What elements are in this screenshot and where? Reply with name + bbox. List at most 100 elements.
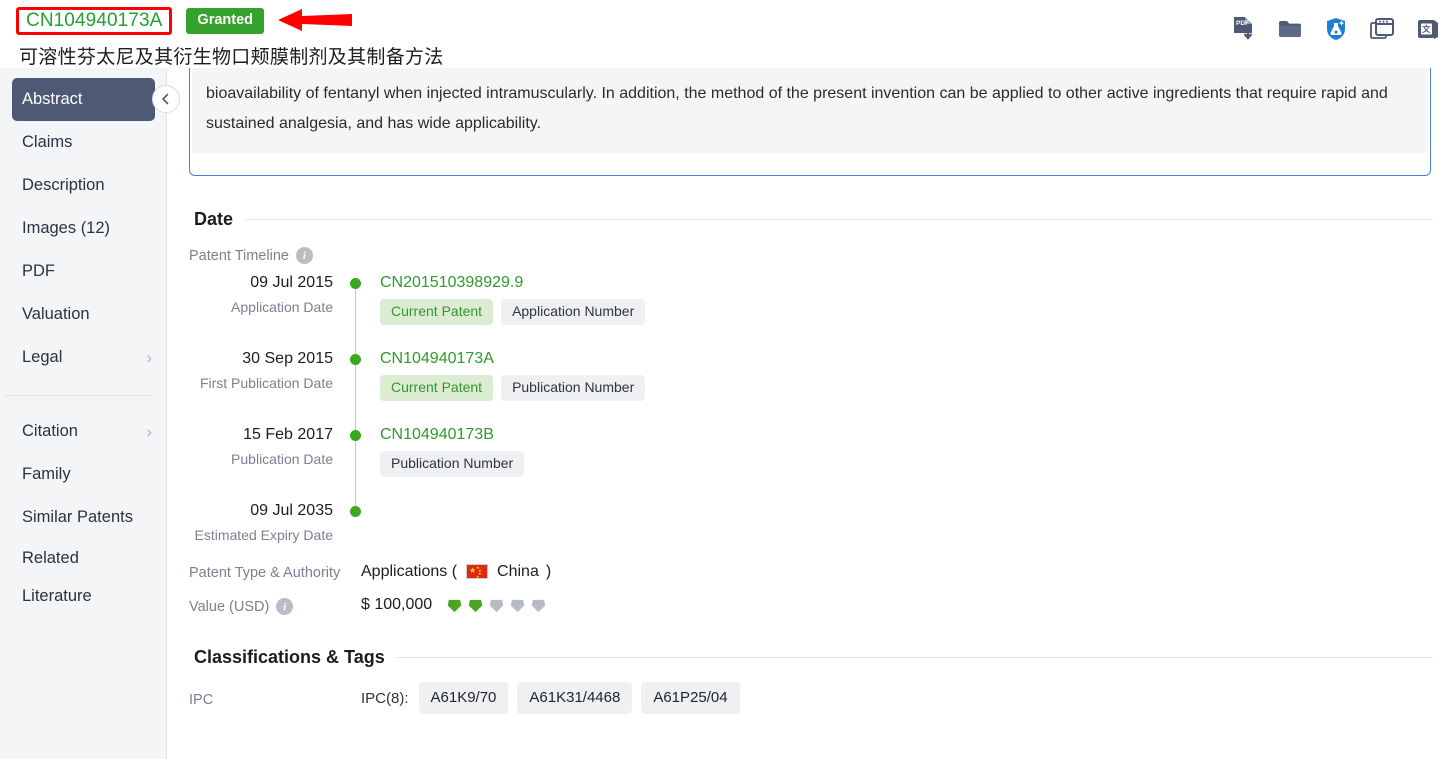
sidebar-item-label: Literature bbox=[22, 586, 92, 605]
info-icon[interactable]: i bbox=[276, 598, 294, 615]
ipc-tag[interactable]: A61P25/04 bbox=[641, 682, 740, 714]
sidebar-item-label: Valuation bbox=[22, 305, 90, 323]
sidebar-item-valuation[interactable]: Valuation bbox=[0, 293, 166, 336]
timeline-axis bbox=[349, 500, 365, 548]
timeline-line bbox=[355, 354, 356, 434]
timeline-document-number[interactable]: CN104940173B bbox=[380, 424, 1433, 446]
timeline-line bbox=[355, 278, 356, 358]
section-divider bbox=[396, 657, 1433, 658]
timeline-axis bbox=[349, 348, 365, 434]
timeline-content: CN104940173B Publication Number bbox=[365, 424, 1433, 500]
main-content: bioavailability of fentanyl when injecte… bbox=[167, 68, 1455, 759]
timeline-dot bbox=[350, 506, 361, 517]
header-icon-bar: PDF 文 bbox=[1231, 16, 1441, 42]
flag-star-small: ★ bbox=[476, 574, 480, 579]
sidebar-item-claims[interactable]: Claims bbox=[0, 121, 166, 164]
patent-type-country: China bbox=[497, 562, 539, 580]
timeline-dot bbox=[350, 278, 361, 289]
gem-icon-filled bbox=[468, 599, 483, 612]
sidebar-item-label: Abstract bbox=[22, 90, 83, 108]
timeline-date-label: Estimated Expiry Date bbox=[194, 527, 334, 543]
timeline-date: 09 Jul 2015 bbox=[250, 274, 333, 291]
section-title: Date bbox=[194, 209, 234, 229]
info-icon[interactable]: i bbox=[295, 247, 313, 264]
sidebar-item-label: PDF bbox=[22, 262, 55, 280]
sidebar-item-citation[interactable]: Citation › bbox=[0, 410, 166, 453]
sidebar-collapse-button[interactable] bbox=[152, 85, 180, 113]
section-title: Classifications & Tags bbox=[194, 647, 385, 667]
patent-timeline: 09 Jul 2015 Application Date CN201510398… bbox=[189, 272, 1433, 548]
timeline-date-label: First Publication Date bbox=[199, 375, 333, 391]
sidebar-item-label: Family bbox=[22, 465, 71, 483]
timeline-dot bbox=[350, 430, 361, 441]
sidebar-item-related-literature[interactable]: Related bbox=[0, 539, 166, 577]
browser-window-icon[interactable] bbox=[1369, 16, 1395, 42]
timeline-document-number[interactable]: CN201510398929.9 bbox=[380, 272, 1433, 294]
page-title: 可溶性芬太尼及其衍生物口颊膜制剂及其制备方法 bbox=[19, 47, 444, 68]
timeline-date: 30 Sep 2015 bbox=[242, 350, 333, 367]
gem-icon-empty bbox=[531, 599, 546, 612]
ipc-tag[interactable]: A61K9/70 bbox=[418, 682, 509, 714]
value-row: Value (USD) i $ 100,000 bbox=[189, 595, 1433, 615]
sidebar-item-family[interactable]: Family bbox=[0, 453, 166, 496]
chemistry-shield-icon[interactable] bbox=[1323, 16, 1349, 42]
abstract-text: bioavailability of fentanyl when injecte… bbox=[192, 68, 1428, 153]
sidebar-item-abstract[interactable]: Abstract bbox=[12, 78, 155, 121]
sidebar-item-pdf[interactable]: PDF bbox=[0, 250, 166, 293]
sidebar-item-similar-patents[interactable]: Similar Patents bbox=[0, 496, 166, 539]
sidebar-item-label: Description bbox=[22, 176, 105, 194]
sidebar-item-label: Related bbox=[22, 548, 79, 567]
section-divider bbox=[245, 219, 1433, 220]
patent-timeline-label: Patent Timeline bbox=[189, 247, 289, 264]
timeline-line bbox=[355, 430, 356, 510]
timeline-content: CN104940173A Current Patent Publication … bbox=[365, 348, 1433, 424]
sidebar-item-images[interactable]: Images (12) bbox=[0, 207, 166, 250]
timeline-date-label: Application Date bbox=[231, 299, 333, 315]
china-flag-icon: ★ ★ ★ ★ ★ bbox=[466, 564, 489, 579]
sidebar-item-label: Images (12) bbox=[22, 219, 111, 237]
patent-type-prefix: Applications ( bbox=[361, 562, 458, 580]
ipc-tag[interactable]: A61K31/4468 bbox=[517, 682, 633, 714]
gem-icon-filled bbox=[447, 599, 462, 612]
timeline-tags: Publication Number bbox=[380, 451, 1433, 478]
svg-text:PDF: PDF bbox=[1236, 20, 1249, 27]
sidebar-item-label: Claims bbox=[22, 133, 73, 151]
classifications-section: Classifications & Tags IPC IPC(8): A61K9… bbox=[189, 647, 1433, 714]
timeline-tag-current-patent: Current Patent bbox=[380, 299, 494, 326]
timeline-entry: 09 Jul 2035 Estimated Expiry Date bbox=[189, 500, 1433, 548]
timeline-document-number[interactable]: CN104940173A bbox=[380, 348, 1433, 370]
folder-icon[interactable] bbox=[1277, 16, 1303, 42]
timeline-dot bbox=[350, 354, 361, 365]
ipc-tag-list: A61K9/70 A61K31/4468 A61P25/04 bbox=[418, 682, 740, 714]
pdf-download-icon[interactable]: PDF bbox=[1231, 16, 1257, 42]
timeline-axis bbox=[349, 424, 365, 510]
page-body: Abstract Claims Description Images (12) … bbox=[0, 68, 1455, 759]
timeline-content: CN201510398929.9 Current Patent Applicat… bbox=[365, 272, 1433, 348]
sidebar-item-label: Similar Patents bbox=[22, 508, 133, 526]
timeline-date-block: 09 Jul 2015 Application Date bbox=[189, 272, 349, 348]
classifications-section-header: Classifications & Tags bbox=[189, 647, 1433, 668]
page-header: CN104940173A Granted 可溶性芬太尼及其衍生物口颊膜制剂及其制… bbox=[0, 0, 1455, 68]
sidebar-divider bbox=[5, 395, 152, 396]
ipc-prefix: IPC(8): bbox=[361, 689, 409, 707]
timeline-axis bbox=[349, 272, 365, 358]
chevron-left-icon bbox=[162, 93, 169, 105]
patent-timeline-row: Patent Timeline i bbox=[189, 244, 1433, 264]
patent-type-label: Patent Type & Authority bbox=[189, 565, 341, 581]
patent-number-highlight: CN104940173A bbox=[16, 7, 173, 35]
status-badge: Granted bbox=[186, 8, 265, 34]
value-label-wrap: Value (USD) i bbox=[189, 595, 361, 615]
sidebar-item-related-literature-line2[interactable]: Literature bbox=[0, 577, 166, 615]
gem-icon-empty bbox=[510, 599, 525, 612]
sidebar-item-description[interactable]: Description bbox=[0, 164, 166, 207]
timeline-date-label: Publication Date bbox=[231, 451, 333, 467]
value-amount-wrap: $ 100,000 bbox=[361, 596, 546, 614]
timeline-date-block: 15 Feb 2017 Publication Date bbox=[189, 424, 349, 500]
timeline-date-block: 30 Sep 2015 First Publication Date bbox=[189, 348, 349, 424]
timeline-entry: 15 Feb 2017 Publication Date CN104940173… bbox=[189, 424, 1433, 510]
patent-number[interactable]: CN104940173A bbox=[22, 9, 166, 33]
svg-text:文: 文 bbox=[1422, 24, 1431, 34]
sidebar-item-legal[interactable]: Legal › bbox=[0, 336, 166, 379]
translate-icon[interactable]: 文 bbox=[1415, 16, 1441, 42]
annotation-arrow-icon bbox=[276, 7, 354, 38]
